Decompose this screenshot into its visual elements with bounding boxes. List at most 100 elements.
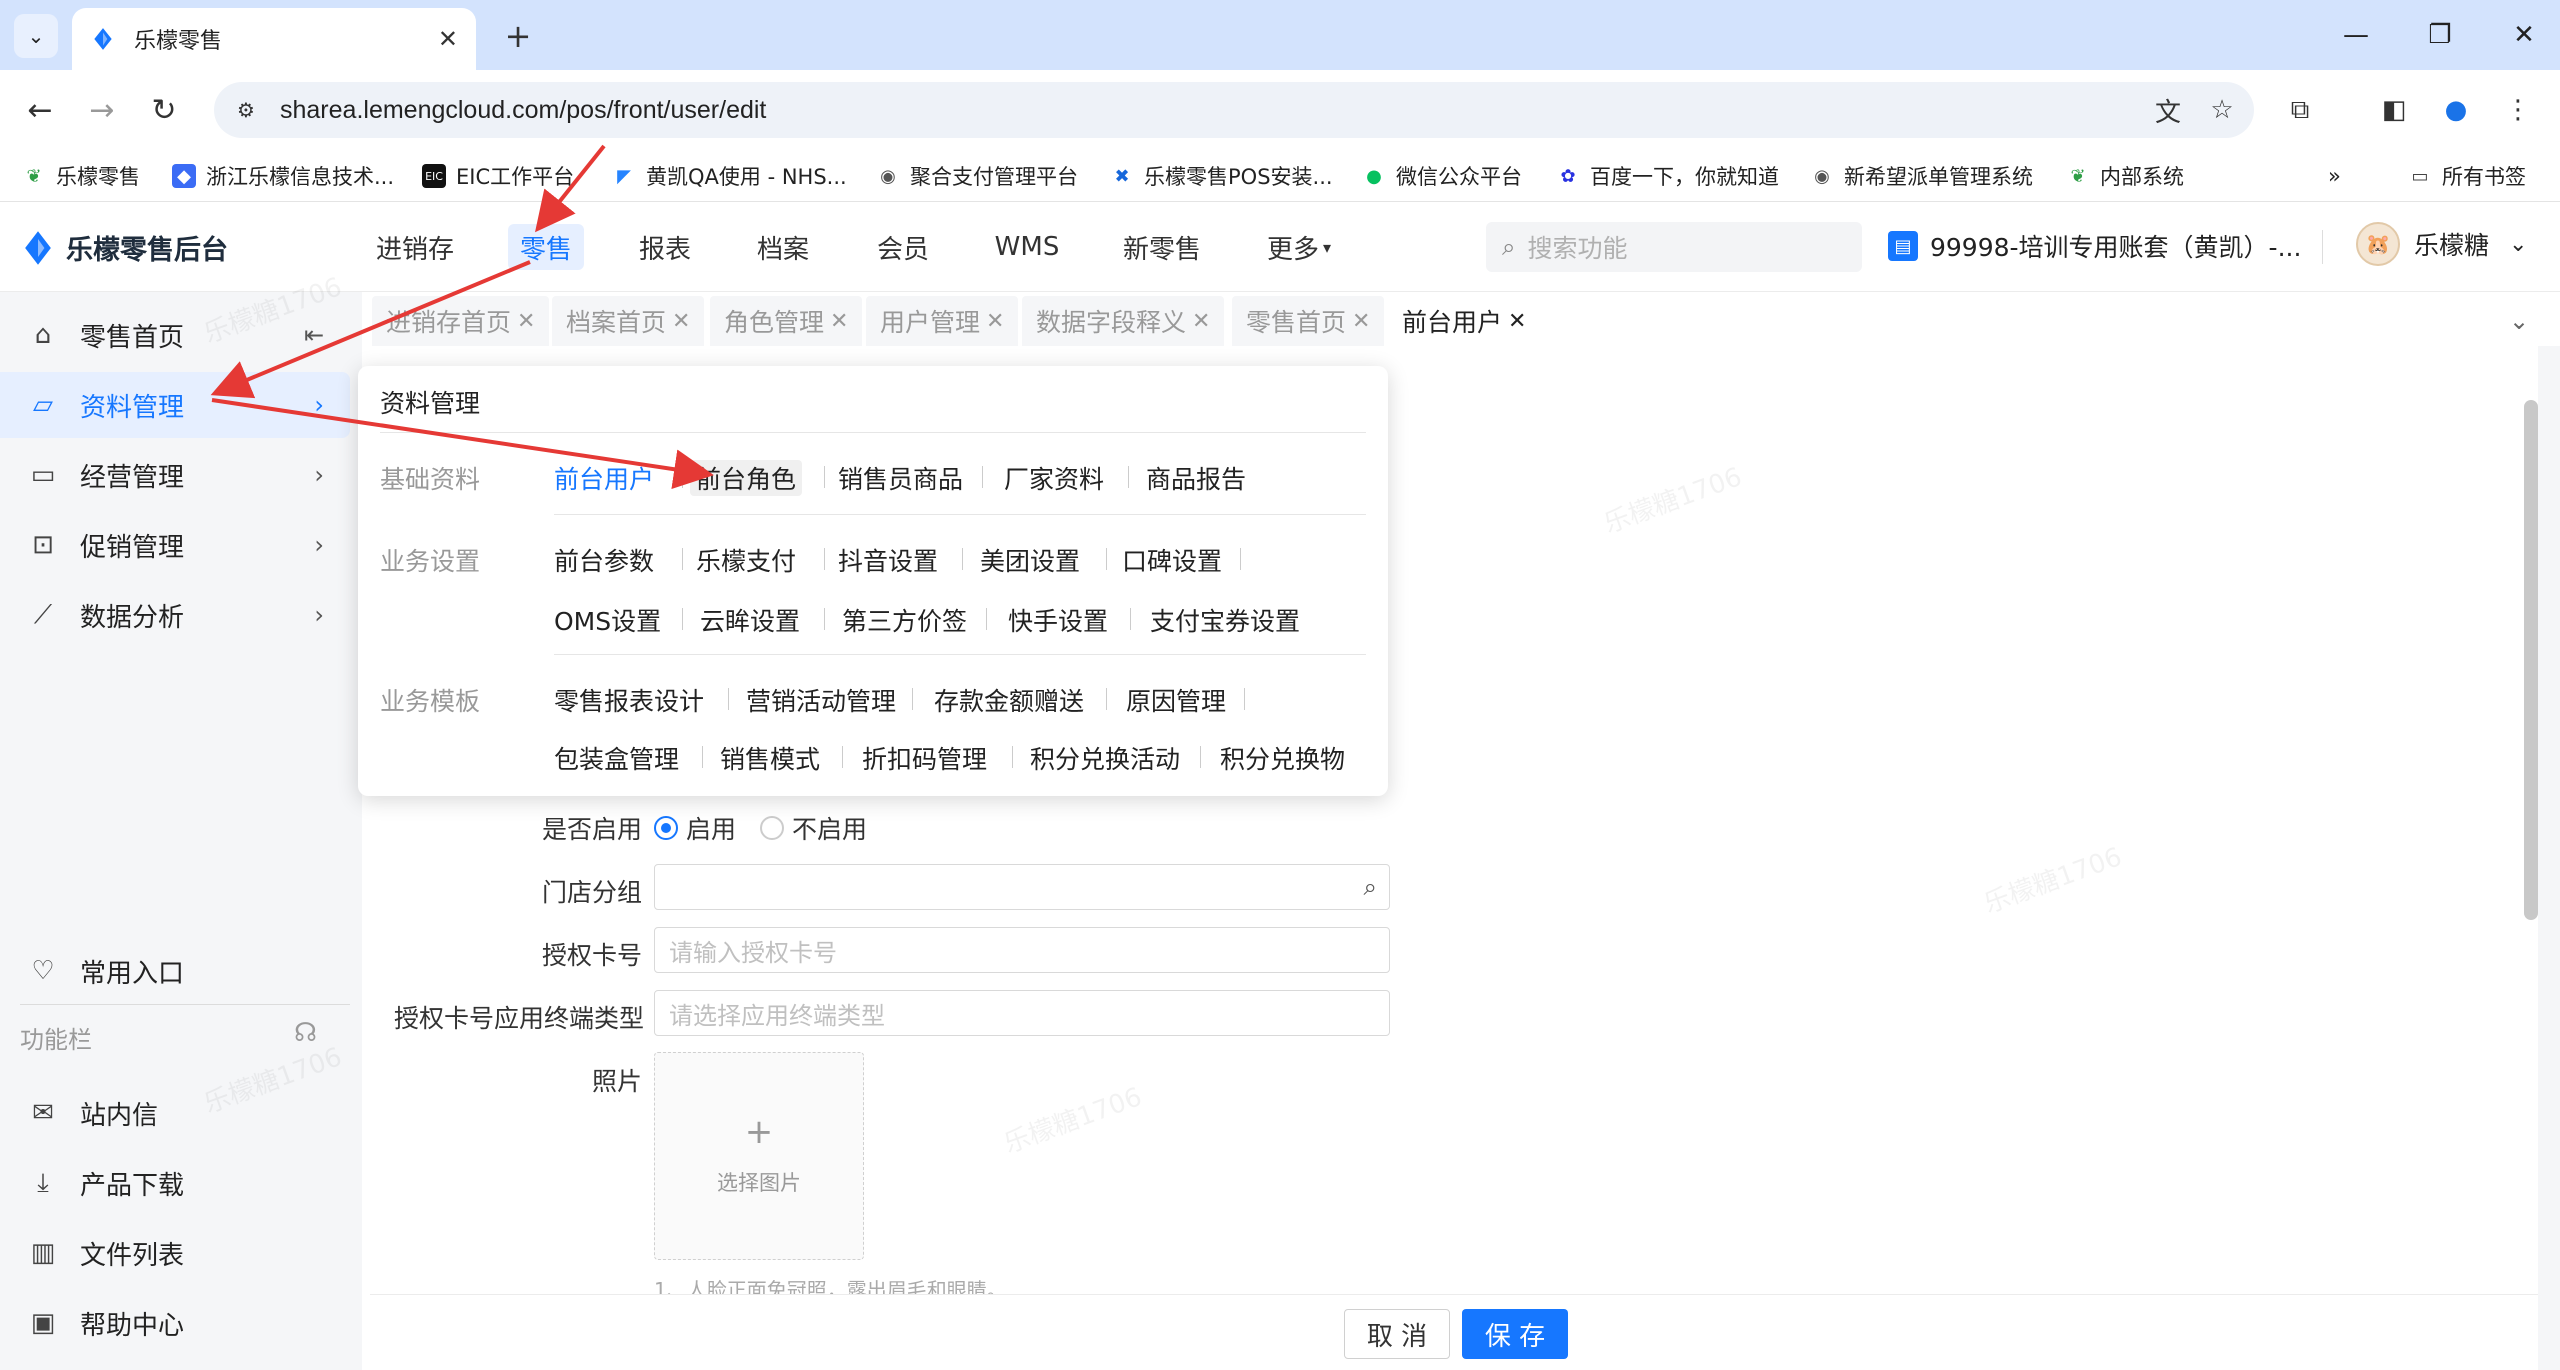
sidebar-item-promotions[interactable]: ⊡ 促销管理 ›: [0, 512, 350, 578]
radio-disabled[interactable]: 不启用: [760, 810, 867, 846]
close-icon[interactable]: ✕: [672, 309, 690, 334]
translate-icon[interactable]: 文: [2146, 88, 2190, 132]
user-menu[interactable]: 🐹 乐檬糖 ⌄: [2356, 222, 2527, 266]
sidebar-item-data-management[interactable]: ▱ 资料管理 ›: [0, 372, 350, 438]
headset-icon[interactable]: ☊: [294, 1018, 317, 1048]
close-icon[interactable]: ✕: [1352, 309, 1370, 334]
bookmark-item[interactable]: ❦ 乐檬零售: [22, 158, 140, 194]
menu-item[interactable]: 口碑设置: [1122, 542, 1222, 578]
close-tab-icon[interactable]: ✕: [438, 25, 458, 53]
nav-archives[interactable]: 档案: [740, 224, 826, 270]
menu-item[interactable]: 营销活动管理: [746, 682, 896, 718]
bookmark-item[interactable]: ◆ 浙江乐檬信息技术...: [172, 158, 394, 194]
menu-item[interactable]: 前台参数: [554, 542, 654, 578]
minimize-icon[interactable]: —: [2326, 12, 2386, 58]
sidebar-item-help[interactable]: ▣ 帮助中心: [0, 1290, 350, 1356]
menu-item[interactable]: 支付宝券设置: [1150, 602, 1300, 638]
restore-icon[interactable]: ❐: [2410, 12, 2470, 58]
menu-item-front-users[interactable]: 前台用户: [554, 460, 654, 496]
bookmark-item[interactable]: ✖ 乐檬零售POS安装...: [1110, 158, 1332, 194]
sidebar-item-file-list[interactable]: ▥ 文件列表: [0, 1220, 350, 1286]
forward-icon[interactable]: →: [80, 88, 124, 132]
menu-item[interactable]: 厂家资料: [1004, 460, 1104, 496]
page-tab[interactable]: 数据字段释义 ✕: [1022, 296, 1225, 346]
page-tab-active[interactable]: 前台用户 ✕: [1388, 296, 1541, 346]
nav-wms[interactable]: WMS: [980, 224, 1074, 270]
nav-retail[interactable]: 零售: [508, 224, 584, 270]
sidebar-item-messages[interactable]: ✉ 站内信: [0, 1080, 350, 1146]
page-tab[interactable]: 进销存首页 ✕: [372, 296, 550, 346]
sidebar-item-favorites[interactable]: ♡ 常用入口: [0, 938, 350, 1004]
radio-enabled[interactable]: 启用: [654, 810, 736, 846]
tab-search-icon[interactable]: ⌄: [14, 14, 58, 58]
sidebar-item-operations[interactable]: ▭ 经营管理 ›: [0, 442, 350, 508]
page-tab[interactable]: 零售首页 ✕: [1232, 296, 1385, 346]
bookmark-item[interactable]: ● 微信公众平台: [1362, 158, 1522, 194]
menu-item[interactable]: 零售报表设计: [554, 682, 704, 718]
app-logo[interactable]: 乐檬零售后台: [22, 228, 228, 267]
menu-item[interactable]: 销售员商品: [838, 460, 963, 496]
scrollbar[interactable]: [2524, 400, 2538, 920]
menu-item[interactable]: 乐檬支付: [696, 542, 796, 578]
page-tab[interactable]: 档案首页 ✕: [552, 296, 705, 346]
search-icon[interactable]: ⌕: [1364, 873, 1377, 901]
close-icon[interactable]: ✕: [1508, 309, 1526, 334]
bookmark-item[interactable]: ◤ 黄凯QA使用 - NHS...: [612, 158, 847, 194]
menu-item[interactable]: 原因管理: [1126, 682, 1226, 718]
sidebar-item-downloads[interactable]: ⤓ 产品下载: [0, 1150, 350, 1216]
nav-jinxiaocun[interactable]: 进销存: [360, 224, 470, 270]
menu-item-front-roles[interactable]: 前台角色: [690, 460, 803, 496]
page-tab[interactable]: 角色管理 ✕: [710, 296, 863, 346]
bookmark-item[interactable]: ◉ 新希望派单管理系统: [1810, 158, 2033, 194]
close-icon[interactable]: ✕: [830, 309, 848, 334]
photo-upload[interactable]: + 选择图片: [654, 1052, 864, 1260]
sidebar-item-data-analysis[interactable]: ⟋ 数据分析 ›: [0, 582, 350, 648]
account-selector[interactable]: ▤ 99998-培训专用账套（黄凯）-...: [1888, 228, 2301, 264]
page-tab[interactable]: 用户管理 ✕: [866, 296, 1019, 346]
menu-item[interactable]: 包装盒管理: [554, 740, 679, 776]
sidebar-item-retail-home[interactable]: ⌂ 零售首页 ⇤: [0, 302, 350, 368]
menu-item[interactable]: 第三方价签: [842, 602, 967, 638]
nav-more[interactable]: 更多 ▾: [1254, 224, 1344, 270]
all-bookmarks-button[interactable]: ▭ 所有书签: [2408, 158, 2526, 194]
nav-new-retail[interactable]: 新零售: [1112, 224, 1212, 270]
address-bar[interactable]: ⚙ sharea.lemengcloud.com/pos/front/user/…: [214, 82, 2254, 138]
close-icon[interactable]: ✕: [986, 309, 1004, 334]
close-window-icon[interactable]: ✕: [2494, 12, 2554, 58]
menu-item[interactable]: 销售模式: [720, 740, 820, 776]
bookmark-item[interactable]: ❦ 内部系统: [2066, 158, 2184, 194]
browser-tab[interactable]: 乐檬零售 ✕: [72, 8, 476, 70]
nav-reports[interactable]: 报表: [622, 224, 708, 270]
bookmark-star-icon[interactable]: ☆: [2200, 88, 2244, 132]
save-button[interactable]: 保 存: [1462, 1309, 1568, 1359]
reload-icon[interactable]: ↻: [142, 88, 186, 132]
menu-item[interactable]: 积分兑换物: [1220, 740, 1345, 776]
tabs-dropdown-icon[interactable]: ⌄: [2494, 296, 2544, 346]
menu-item[interactable]: 商品报告: [1146, 460, 1246, 496]
bookmark-item[interactable]: ◉ 聚合支付管理平台: [876, 158, 1078, 194]
close-icon[interactable]: ✕: [1192, 309, 1210, 334]
menu-item[interactable]: 存款金额赠送: [934, 682, 1084, 718]
site-info-icon[interactable]: ⚙: [226, 90, 266, 130]
menu-item[interactable]: 抖音设置: [838, 542, 938, 578]
back-icon[interactable]: ←: [18, 88, 62, 132]
cancel-button[interactable]: 取 消: [1344, 1309, 1450, 1359]
card-terminal-select[interactable]: 请选择应用终端类型: [654, 990, 1390, 1036]
profile-icon[interactable]: ●: [2434, 88, 2478, 132]
store-group-input[interactable]: ⌕: [654, 864, 1390, 910]
collapse-sidebar-icon[interactable]: ⇤: [304, 321, 324, 349]
bookmarks-overflow-icon[interactable]: »: [2328, 158, 2341, 194]
bookmark-item[interactable]: EIC EIC工作平台: [422, 158, 574, 194]
menu-item[interactable]: 折扣码管理: [862, 740, 987, 776]
menu-item[interactable]: 快手设置: [1008, 602, 1108, 638]
menu-item[interactable]: 积分兑换活动: [1030, 740, 1180, 776]
browser-menu-icon[interactable]: ⋮: [2496, 88, 2540, 132]
nav-members[interactable]: 会员: [860, 224, 946, 270]
bookmark-item[interactable]: ✿ 百度一下，你就知道: [1556, 158, 1779, 194]
new-tab-button[interactable]: +: [496, 14, 540, 58]
side-panel-icon[interactable]: ◧: [2372, 88, 2416, 132]
extensions-icon[interactable]: ⧉: [2278, 88, 2322, 132]
menu-item[interactable]: OMS设置: [554, 602, 661, 638]
close-icon[interactable]: ✕: [517, 309, 535, 334]
url-text[interactable]: sharea.lemengcloud.com/pos/front/user/ed…: [280, 96, 2146, 125]
